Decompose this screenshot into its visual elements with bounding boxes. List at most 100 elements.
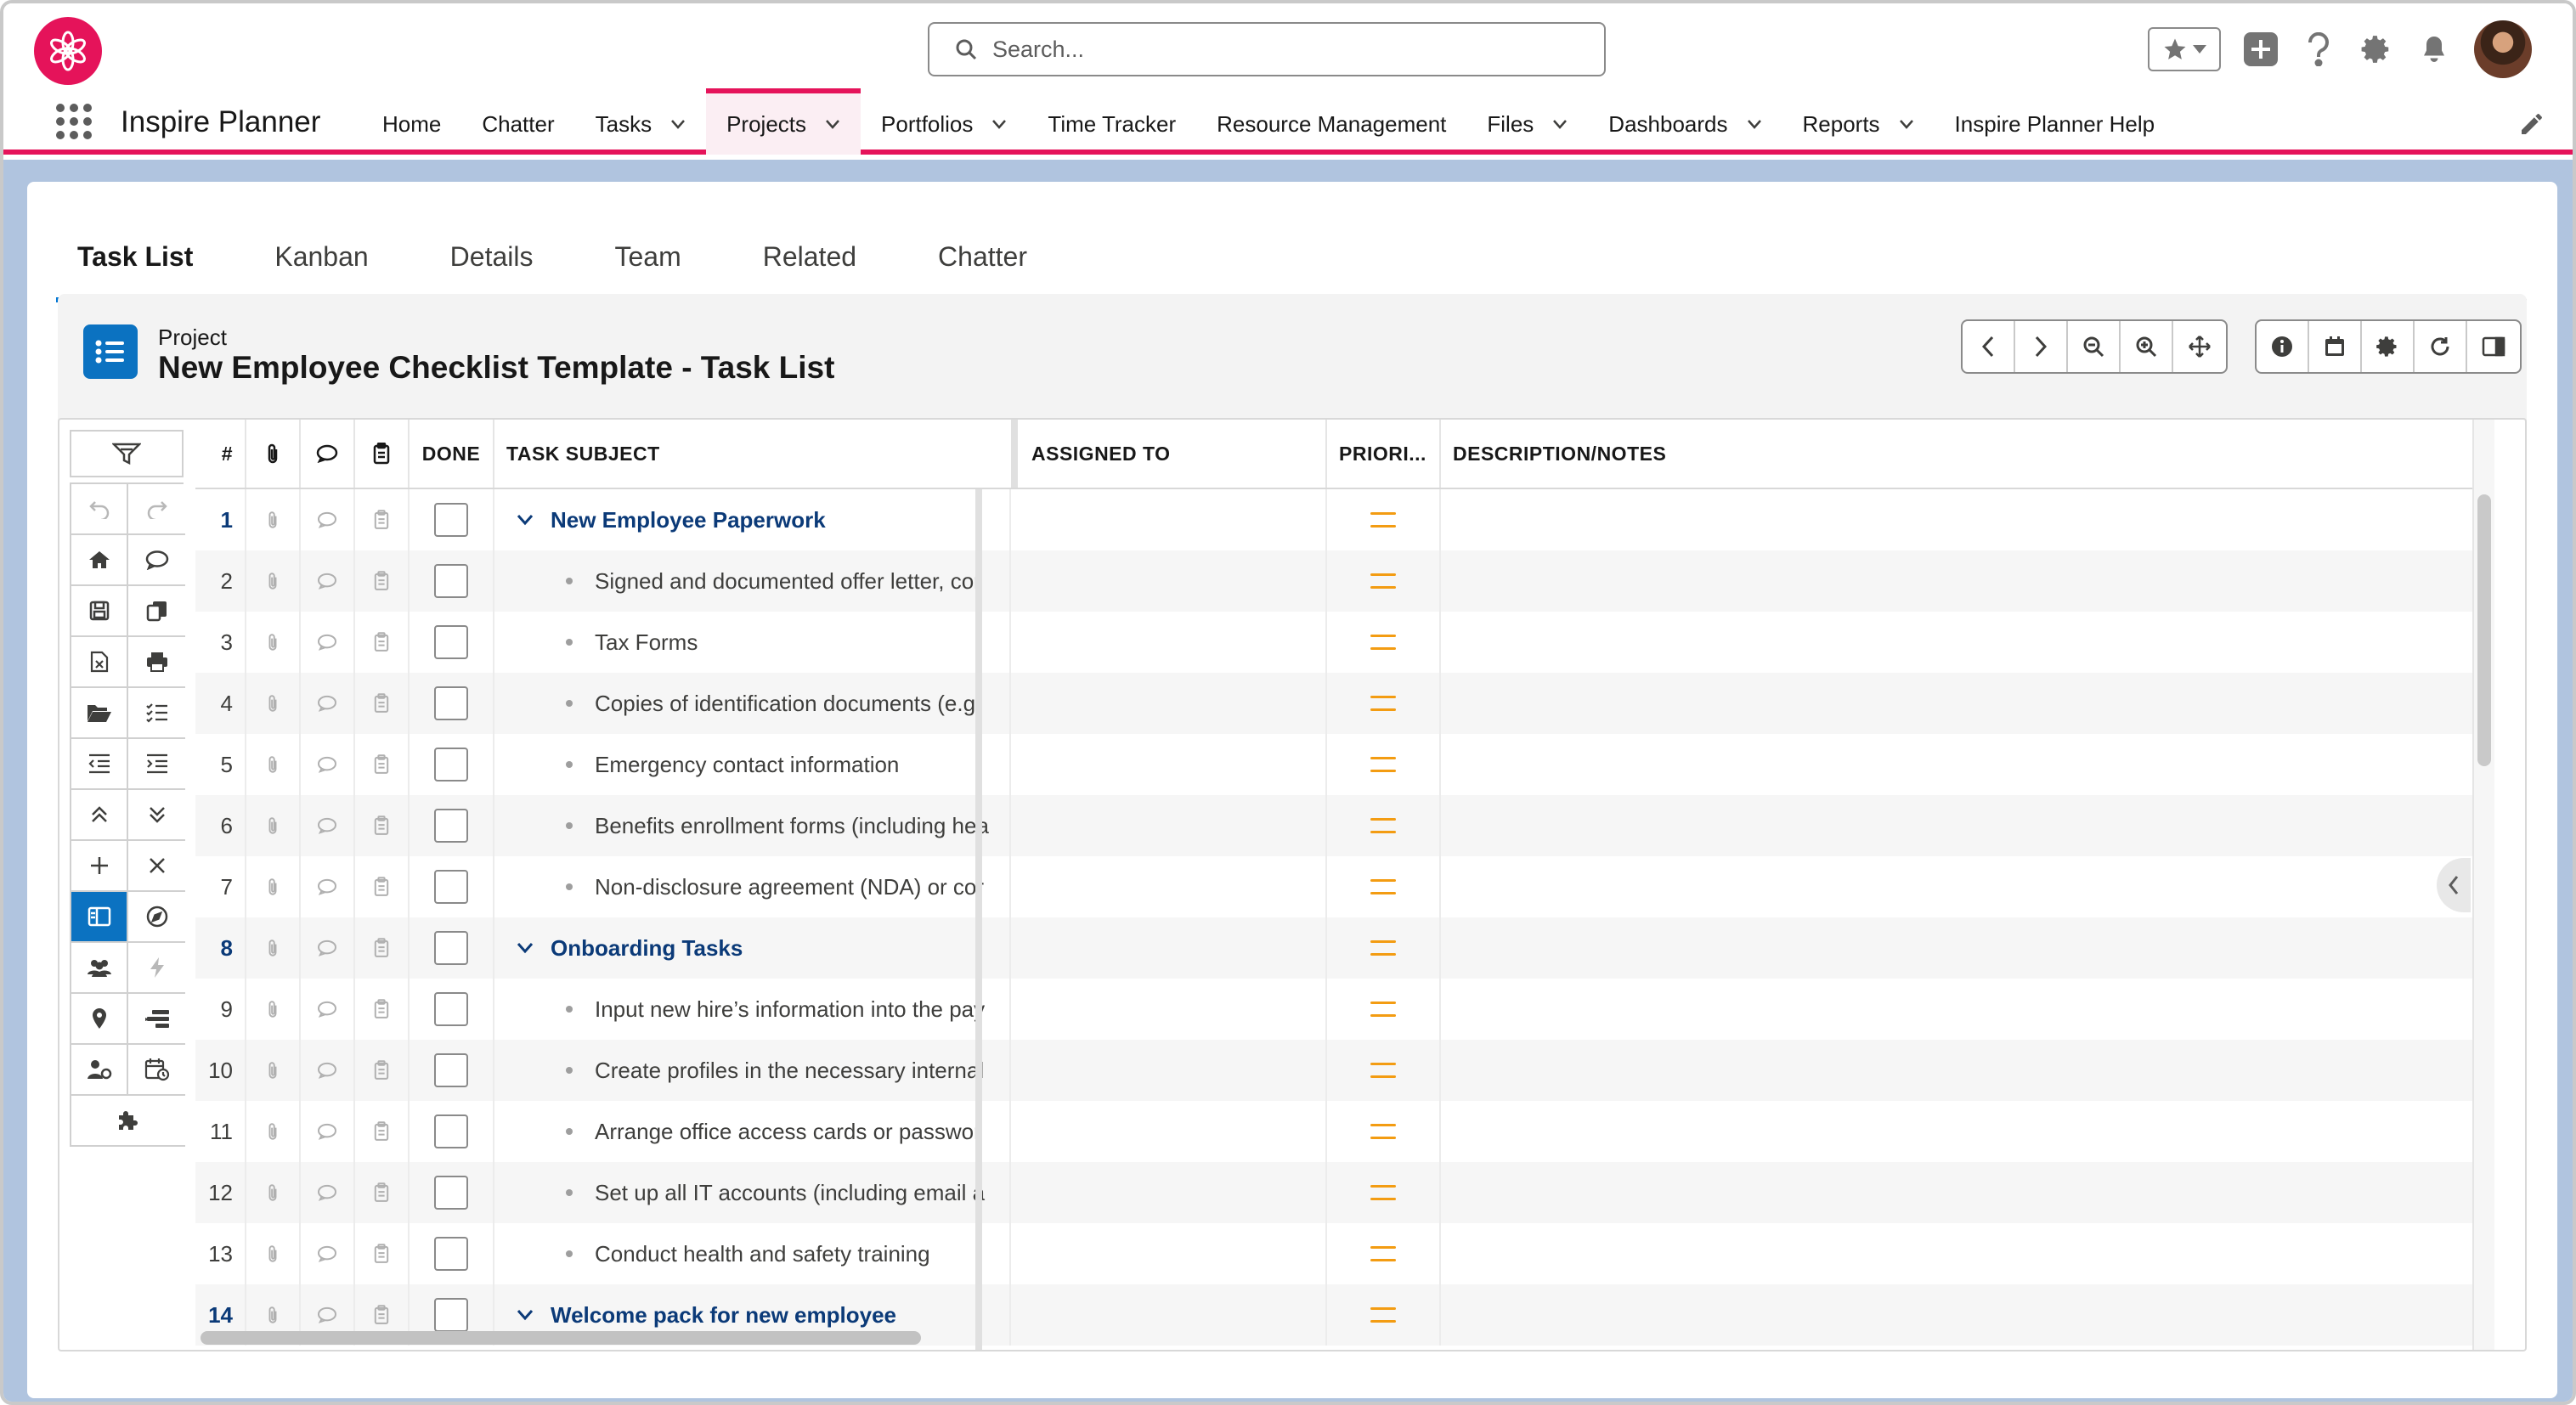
checklist-icon[interactable] (355, 856, 410, 917)
automation-button[interactable] (128, 943, 185, 994)
attachment-icon[interactable] (246, 489, 301, 550)
refresh-button[interactable] (2415, 321, 2467, 372)
nav-item-files[interactable]: Files (1466, 93, 1588, 155)
home-button[interactable] (71, 535, 128, 586)
column-header-task-subject[interactable]: TASK SUBJECT (494, 420, 1011, 488)
description-cell[interactable] (1441, 795, 2481, 856)
description-cell[interactable] (1441, 1162, 2481, 1223)
comment-icon[interactable] (301, 550, 355, 612)
app-launcher-icon[interactable] (56, 104, 92, 139)
location-button[interactable] (71, 994, 128, 1045)
description-cell[interactable] (1441, 979, 2481, 1040)
description-cell[interactable] (1441, 917, 2481, 979)
info-button[interactable] (2257, 321, 2309, 372)
description-cell[interactable] (1441, 612, 2481, 673)
attachment-icon[interactable] (246, 550, 301, 612)
nav-item-chatter[interactable]: Chatter (461, 93, 574, 155)
checklist-icon[interactable] (355, 489, 410, 550)
priority-cell[interactable] (1327, 795, 1441, 856)
table-row[interactable]: 4 Copies of identification documents (e.g… (195, 673, 2494, 734)
pane-splitter-header[interactable] (1011, 420, 1018, 488)
table-row[interactable]: 2 Signed and documented offer letter, cor (195, 550, 2494, 612)
zoom-out-button[interactable] (2068, 321, 2121, 372)
table-row[interactable]: 3 Tax Forms (195, 612, 2494, 673)
priority-cell[interactable] (1327, 856, 1441, 917)
chevron-down-icon[interactable] (670, 119, 686, 129)
task-subject-cell[interactable]: Create profiles in the necessary interna… (494, 1040, 1011, 1101)
done-checkbox[interactable] (434, 686, 468, 720)
comment-icon[interactable] (301, 1162, 355, 1223)
task-subject-cell[interactable]: Arrange office access cards or passwor (494, 1101, 1011, 1162)
vertical-scrollbar-thumb[interactable] (2477, 494, 2491, 766)
attachment-icon[interactable] (246, 673, 301, 734)
assigned-to-cell[interactable] (1018, 489, 1327, 550)
setup-button[interactable] (2359, 31, 2394, 67)
checklist-icon[interactable] (355, 612, 410, 673)
indent-button[interactable] (128, 739, 185, 790)
comment-icon[interactable] (301, 917, 355, 979)
chevron-down-icon[interactable] (517, 942, 534, 954)
fit-to-screen-button[interactable] (2173, 321, 2226, 372)
copy-button[interactable] (128, 586, 185, 637)
favorites-button[interactable] (2148, 27, 2221, 71)
done-checkbox[interactable] (434, 625, 468, 659)
checklist-icon[interactable] (355, 1223, 410, 1284)
done-checkbox[interactable] (434, 748, 468, 781)
edit-nav-pencil-icon[interactable] (2518, 110, 2545, 138)
priority-cell[interactable] (1327, 917, 1441, 979)
open-folder-button[interactable] (71, 688, 128, 739)
assigned-to-cell[interactable] (1018, 1101, 1327, 1162)
toggle-panel-button[interactable] (2467, 321, 2520, 372)
global-search-input[interactable]: Search... (928, 22, 1606, 76)
priority-cell[interactable] (1327, 489, 1441, 550)
attachment-icon[interactable] (246, 795, 301, 856)
tab-task-list[interactable]: Task List (56, 212, 215, 302)
tab-details[interactable]: Details (429, 212, 555, 301)
notifications-button[interactable] (2416, 31, 2452, 67)
task-subject-cell[interactable]: New Employee Paperwork (494, 489, 1011, 550)
nav-item-inspire-planner-help[interactable]: Inspire Planner Help (1935, 93, 2176, 155)
comment-icon[interactable] (301, 489, 355, 550)
comment-icon[interactable] (301, 979, 355, 1040)
description-cell[interactable] (1441, 550, 2481, 612)
chevron-down-icon[interactable] (517, 1309, 534, 1321)
column-header-done[interactable]: DONE (410, 420, 494, 488)
description-cell[interactable] (1441, 673, 2481, 734)
expand-all-button[interactable] (128, 790, 185, 841)
print-button[interactable] (128, 637, 185, 688)
done-checkbox[interactable] (434, 992, 468, 1026)
navigate-button[interactable] (128, 892, 185, 943)
priority-cell[interactable] (1327, 1284, 1441, 1346)
assigned-to-cell[interactable] (1018, 673, 1327, 734)
nav-item-tasks[interactable]: Tasks (575, 93, 706, 155)
checklist-icon[interactable] (355, 550, 410, 612)
comment-icon[interactable] (301, 856, 355, 917)
tab-team[interactable]: Team (593, 212, 702, 301)
chevron-down-icon[interactable] (991, 119, 1007, 129)
delete-task-button[interactable] (128, 841, 185, 892)
attachment-icon[interactable] (246, 1101, 301, 1162)
zoom-in-button[interactable] (2121, 321, 2173, 372)
priority-cell[interactable] (1327, 734, 1441, 795)
task-subject-cell[interactable]: Tax Forms (494, 612, 1011, 673)
attachment-icon[interactable] (246, 1223, 301, 1284)
attachment-icon[interactable] (246, 1162, 301, 1223)
column-header-number[interactable]: # (195, 420, 246, 488)
checklist-icon[interactable] (355, 1040, 410, 1101)
done-checkbox[interactable] (434, 564, 468, 598)
task-subject-cell[interactable]: Conduct health and safety training (494, 1223, 1011, 1284)
nav-item-portfolios[interactable]: Portfolios (861, 93, 1027, 155)
chevron-down-icon[interactable] (1747, 119, 1762, 129)
attachment-icon[interactable] (246, 917, 301, 979)
pane-splitter[interactable] (975, 489, 982, 1350)
priority-cell[interactable] (1327, 979, 1441, 1040)
comment-icon[interactable] (301, 795, 355, 856)
schedule-button[interactable] (128, 1045, 185, 1096)
checklist-icon[interactable] (355, 795, 410, 856)
export-excel-button[interactable] (71, 637, 128, 688)
table-row[interactable]: 6 Benefits enrollment forms (including he… (195, 795, 2494, 856)
assigned-to-cell[interactable] (1018, 1284, 1327, 1346)
column-header-description[interactable]: DESCRIPTION/NOTES (1441, 420, 2481, 488)
chatter-button[interactable] (128, 535, 185, 586)
checklist-icon[interactable] (355, 1101, 410, 1162)
